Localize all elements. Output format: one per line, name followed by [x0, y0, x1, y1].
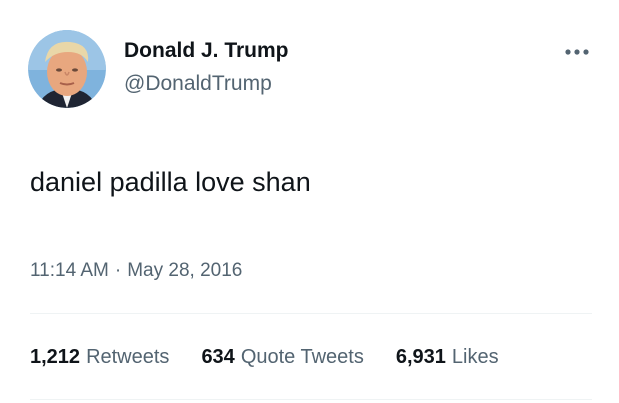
- profile-photo-icon: [28, 30, 106, 108]
- quote-tweets-count: 634: [201, 346, 235, 368]
- avatar[interactable]: [28, 30, 106, 108]
- tweet-time[interactable]: 11:14 AM: [30, 260, 109, 281]
- tweet-timestamp[interactable]: 11:14 AM · May 28, 2016: [30, 259, 242, 283]
- likes-stat[interactable]: 6,931 Likes: [396, 344, 499, 370]
- tweet-header: Donald J. Trump @DonaldTrump: [28, 30, 289, 108]
- quote-tweets-label: Quote Tweets: [240, 346, 364, 368]
- more-options-icon: [565, 49, 589, 55]
- retweets-count: 1,212: [30, 346, 81, 368]
- author-display-name[interactable]: Donald J. Trump: [124, 38, 289, 64]
- engagement-stats: 1,212 Retweets 634 Quote Tweets 6,931 Li…: [30, 344, 499, 370]
- likes-count: 6,931: [395, 346, 446, 368]
- quote-tweets-stat[interactable]: 634 Quote Tweets: [201, 344, 363, 370]
- retweets-stat[interactable]: 1,212 Retweets: [30, 344, 169, 370]
- divider: [30, 399, 592, 400]
- retweets-label: Retweets: [86, 346, 170, 368]
- tweet-card: Donald J. Trump @DonaldTrump daniel padi…: [0, 0, 619, 403]
- more-options-button[interactable]: [561, 44, 593, 60]
- tweet-date[interactable]: May 28, 2016: [127, 260, 242, 281]
- tweet-text: daniel padilla love shan: [30, 167, 311, 197]
- likes-label: Likes: [451, 346, 499, 368]
- author-identity: Donald J. Trump @DonaldTrump: [124, 39, 289, 97]
- divider: [30, 313, 592, 314]
- author-handle[interactable]: @DonaldTrump: [124, 71, 289, 97]
- timestamp-separator: ·: [114, 260, 122, 281]
